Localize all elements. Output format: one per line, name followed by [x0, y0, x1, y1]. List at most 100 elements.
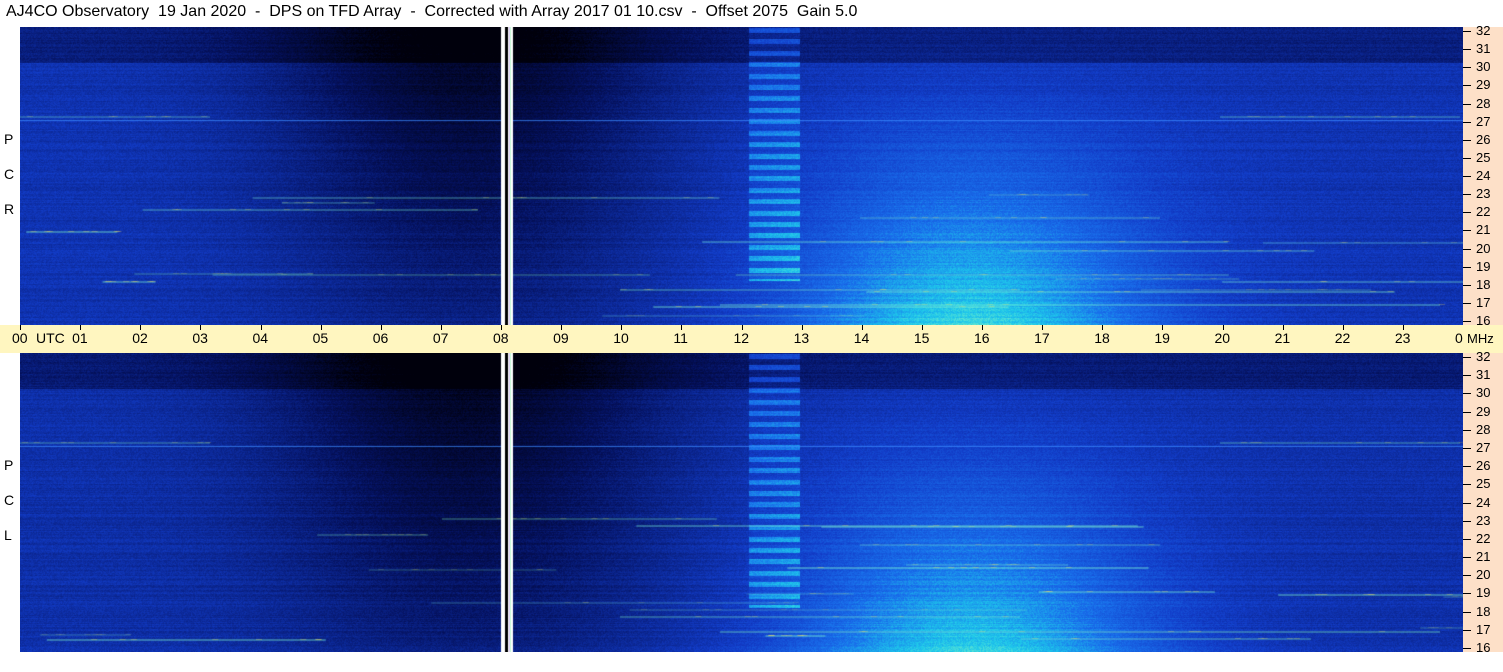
freq-tick-mark — [1463, 248, 1471, 250]
freq-tick-mark — [1463, 212, 1471, 214]
utc-tick-label: 15 — [913, 330, 930, 346]
freq-tick-label: 19 — [1476, 585, 1491, 601]
freq-tick-label: 26 — [1476, 458, 1491, 474]
freq-tick-label: 22 — [1476, 530, 1491, 546]
freq-tick-mark — [1463, 49, 1471, 51]
lcp-label-gutter: P C L — [0, 353, 20, 652]
utc-tick-label: 03 — [192, 330, 208, 346]
freq-tick-mark — [1463, 357, 1471, 358]
freq-tick-label: 27 — [1476, 113, 1491, 129]
lcp-spectrogram-canvas — [20, 353, 1463, 652]
freq-tick-label: 30 — [1476, 385, 1491, 401]
utc-tick-label: 17 — [1034, 330, 1050, 346]
freq-tick-label: 20 — [1476, 567, 1491, 583]
freq-tick-label: 32 — [1476, 23, 1491, 38]
utc-tick-label: 01 — [72, 330, 88, 346]
freq-tick-mark — [1463, 103, 1471, 105]
freq-tick-label: 21 — [1476, 222, 1491, 238]
utc-tick-label: 21 — [1274, 330, 1291, 346]
freq-tick-mark — [1463, 593, 1471, 595]
utc-tick-label: 16 — [974, 330, 990, 346]
utc-tick-label: 14 — [853, 330, 870, 346]
freq-tick-label: 31 — [1476, 367, 1491, 383]
utc-tick-label: 20 — [1214, 330, 1231, 346]
freq-tick-label: 30 — [1476, 59, 1491, 75]
freq-tick-mark — [1463, 629, 1471, 631]
utc-tick-label: 02 — [132, 330, 148, 346]
utc-unit-label: UTC — [36, 330, 65, 346]
freq-tick-label: 21 — [1476, 549, 1491, 565]
bottom-margin — [0, 652, 1503, 672]
freq-tick-mark — [1463, 139, 1471, 141]
freq-tick-mark — [1463, 520, 1471, 522]
utc-tick-label: 18 — [1094, 330, 1110, 346]
mhz-unit-label: MHz — [1467, 331, 1494, 346]
freq-tick-mark — [1463, 502, 1471, 504]
freq-tick-label: 25 — [1476, 149, 1491, 165]
freq-tick-mark — [1463, 157, 1471, 159]
freq-tick-label: 24 — [1476, 494, 1491, 510]
utc-tick-label: 00 — [12, 330, 28, 346]
freq-tick-mark — [1463, 121, 1471, 123]
freq-tick-label: 20 — [1476, 240, 1491, 256]
freq-tick-label: 17 — [1476, 621, 1491, 637]
freq-tick-mark — [1463, 484, 1471, 486]
freq-tick-label: 25 — [1476, 476, 1491, 492]
utc-tick-label: 19 — [1154, 330, 1170, 346]
utc-tick-label: 09 — [553, 330, 569, 346]
utc-tick-label: 23 — [1394, 330, 1411, 346]
freq-tick-label: 28 — [1476, 95, 1491, 111]
utc-tick-label: 04 — [252, 330, 269, 346]
freq-tick-mark — [1463, 194, 1471, 196]
utc-tick-label: 22 — [1334, 330, 1351, 346]
freq-tick-mark — [1463, 31, 1471, 32]
freq-tick-label: 27 — [1476, 439, 1491, 455]
lcp-letter-l: L — [4, 527, 12, 543]
freq-tick-mark — [1463, 557, 1471, 559]
freq-tick-label: 32 — [1476, 349, 1491, 364]
freq-tick-label: 28 — [1476, 421, 1491, 437]
freq-tick-mark — [1463, 538, 1471, 540]
freq-tick-label: 24 — [1476, 168, 1491, 183]
freq-tick-mark — [1463, 85, 1471, 87]
rcp-frequency-axis: 32 31 30 29 28 27 26 25 24 23 22 21 20 19 18 17 16 — [1463, 23, 1503, 328]
freq-tick-mark — [1463, 648, 1471, 649]
lcp-letter-c: C — [4, 492, 15, 508]
freq-tick-mark — [1463, 230, 1471, 232]
utc-tick-label: 06 — [372, 330, 389, 346]
freq-tick-mark — [1463, 611, 1471, 613]
freq-tick-label: 18 — [1476, 276, 1491, 292]
utc-tick-label: 13 — [793, 330, 810, 346]
freq-tick-mark — [1463, 466, 1471, 468]
freq-tick-mark — [1463, 411, 1471, 413]
utc-tick-label: 12 — [733, 330, 750, 346]
freq-tick-label: 23 — [1476, 186, 1491, 202]
freq-tick-label: 29 — [1476, 403, 1491, 419]
freq-tick-mark — [1463, 67, 1471, 69]
freq-tick-mark — [1463, 429, 1471, 431]
freq-tick-label: 22 — [1476, 204, 1491, 220]
chart-title: AJ4CO Observatory 19 Jan 2020 - DPS on T… — [6, 3, 858, 20]
rcp-letter-r: R — [4, 201, 15, 217]
rcp-spectrogram-canvas — [20, 27, 1463, 325]
freq-tick-mark — [1463, 266, 1471, 268]
freq-tick-label: 23 — [1476, 512, 1491, 528]
rcp-letter-c: C — [4, 166, 15, 182]
freq-tick-mark — [1463, 393, 1471, 395]
rcp-letter-p: P — [4, 131, 14, 147]
utc-tick-label: 11 — [673, 330, 688, 346]
freq-tick-label: 19 — [1476, 258, 1491, 274]
freq-tick-label: 29 — [1476, 77, 1491, 93]
lcp-spectrogram — [20, 353, 1463, 652]
freq-tick-label: 31 — [1476, 41, 1491, 57]
utc-tick-label: 10 — [613, 330, 629, 346]
lcp-frequency-axis: 32 31 30 29 28 27 26 25 24 23 22 21 20 19 18 17 16 — [1463, 349, 1503, 655]
utc-tick-label: 07 — [432, 330, 449, 346]
lcp-letter-p: P — [4, 457, 14, 473]
freq-tick-mark — [1463, 284, 1471, 286]
freq-tick-mark — [1463, 447, 1471, 449]
freq-tick-mark — [1463, 302, 1471, 304]
rcp-label-gutter: P C R — [0, 27, 20, 325]
utc-tick-label: 05 — [312, 330, 329, 346]
freq-tick-mark — [1463, 321, 1471, 322]
